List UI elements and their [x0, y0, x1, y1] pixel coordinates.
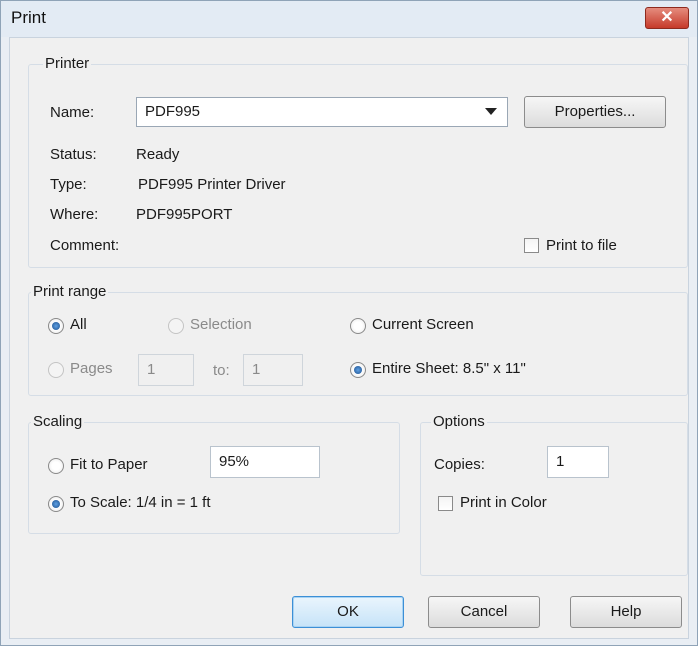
to-scale-label[interactable]: To Scale: 1/4 in = 1 ft [70, 494, 211, 511]
type-value: PDF995 Printer Driver [138, 176, 286, 193]
entire-sheet-radio[interactable] [350, 362, 366, 378]
where-label: Where: [50, 206, 99, 223]
fit-percent-input[interactable]: 95% [210, 446, 320, 478]
selection-label[interactable]: Selection [190, 316, 252, 333]
printer-name-value: PDF995 [145, 103, 201, 120]
pages-from-input[interactable]: 1 [138, 354, 194, 386]
all-label[interactable]: All [70, 316, 87, 333]
fit-to-paper-radio[interactable] [48, 458, 64, 474]
print-to-file-checkbox[interactable] [524, 238, 539, 253]
where-value: PDF995PORT [136, 206, 233, 223]
title-bar[interactable]: Print ✕ [1, 1, 697, 37]
ok-button[interactable]: OK [292, 596, 404, 628]
all-radio[interactable] [48, 318, 64, 334]
printer-name-select[interactable]: PDF995 [136, 97, 508, 127]
print-in-color-checkbox[interactable] [438, 496, 453, 511]
name-label: Name: [50, 104, 95, 121]
print-range-group: Print range [28, 283, 688, 396]
printer-legend: Printer [43, 55, 92, 72]
status-label: Status: [50, 146, 97, 163]
chevron-down-icon [485, 108, 497, 115]
copies-label: Copies: [434, 456, 485, 473]
type-label: Type: [50, 176, 87, 193]
comment-label: Comment: [50, 237, 120, 254]
close-icon: ✕ [660, 9, 674, 26]
scaling-group: Scaling [28, 413, 400, 534]
to-label: to: [213, 362, 230, 379]
dialog-title: Print [11, 8, 46, 27]
cancel-button[interactable]: Cancel [428, 596, 540, 628]
pages-radio[interactable] [48, 362, 64, 378]
print-range-legend: Print range [31, 283, 109, 300]
pages-label[interactable]: Pages [70, 360, 113, 377]
status-value: Ready [136, 146, 180, 163]
current-screen-radio[interactable] [350, 318, 366, 334]
fit-to-paper-label[interactable]: Fit to Paper [70, 456, 148, 473]
selection-radio[interactable] [168, 318, 184, 334]
print-dialog: Print ✕ Printer Name: PDF995 Properties.… [0, 0, 698, 646]
print-to-file-label[interactable]: Print to file [546, 237, 617, 254]
dialog-body: Printer Name: PDF995 Properties... Statu… [9, 37, 689, 639]
current-screen-label[interactable]: Current Screen [372, 316, 474, 333]
print-in-color-label[interactable]: Print in Color [460, 494, 547, 511]
options-legend: Options [431, 413, 487, 430]
pages-to-input[interactable]: 1 [243, 354, 303, 386]
help-button[interactable]: Help [570, 596, 682, 628]
copies-input[interactable]: 1 [547, 446, 609, 478]
to-scale-radio[interactable] [48, 496, 64, 512]
close-button[interactable]: ✕ [645, 7, 689, 29]
scaling-legend: Scaling [31, 413, 85, 430]
entire-sheet-label[interactable]: Entire Sheet: 8.5" x 11" [372, 360, 526, 377]
properties-button[interactable]: Properties... [524, 96, 666, 128]
